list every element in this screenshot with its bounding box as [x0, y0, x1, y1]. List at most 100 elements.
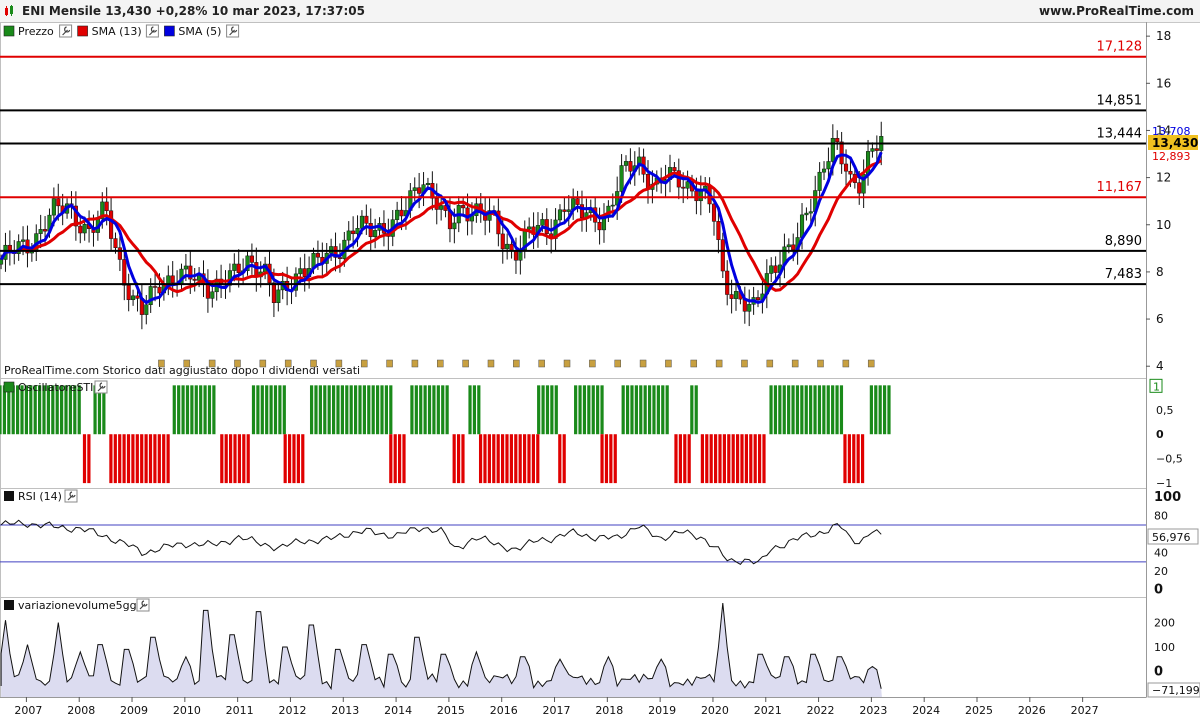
dividend-marker-icon[interactable]	[259, 359, 267, 368]
dividend-marker-icon[interactable]	[538, 359, 545, 368]
candle-body	[843, 163, 849, 172]
oscillator-bar	[835, 385, 839, 435]
oscillator-bar	[753, 434, 757, 484]
dividend-marker-icon[interactable]	[589, 359, 596, 368]
oscillator-bar	[800, 385, 804, 435]
oscillator-bar	[331, 385, 336, 435]
oscillator-bar	[705, 434, 709, 484]
dividend-marker-icon[interactable]	[158, 359, 165, 368]
candle-body	[104, 201, 109, 212]
dividend-marker-icon[interactable]	[208, 359, 216, 368]
dividend-marker-icon[interactable]	[817, 359, 824, 368]
y-tick-label: 100	[1154, 641, 1175, 654]
candle-body	[575, 198, 580, 205]
oscillator-bar	[2, 385, 7, 435]
candle-body	[773, 265, 778, 273]
legend-swatch	[77, 25, 88, 37]
candle-body	[711, 203, 717, 222]
dividend-marker-icon[interactable]	[867, 359, 875, 368]
dividend-marker-icon[interactable]	[614, 359, 621, 368]
dividend-marker-icon[interactable]	[335, 359, 343, 368]
candle-body	[117, 247, 122, 260]
oscillator-bar	[260, 385, 264, 435]
oscillator-bar	[500, 434, 505, 484]
oscillator-bar	[487, 434, 491, 484]
dividend-marker-icon[interactable]	[766, 359, 774, 368]
dividend-marker-icon[interactable]	[741, 359, 748, 368]
level-label: 11,167	[1097, 180, 1143, 195]
oscillator-bar	[613, 434, 617, 484]
oscillator-bar	[242, 434, 246, 484]
dividend-marker-icon[interactable]	[563, 359, 571, 368]
x-tick-label: 2015	[437, 704, 465, 717]
candle-body	[109, 210, 114, 239]
candle-body	[465, 207, 470, 222]
candle-body	[7, 244, 12, 251]
y-tick-label: 8	[1156, 265, 1164, 279]
oscillator-bar	[131, 434, 135, 484]
wrench-icon[interactable]	[136, 598, 150, 612]
oscillator-bar	[773, 385, 778, 435]
y-tick-label: 6	[1156, 312, 1164, 326]
x-tick-label: 2012	[278, 704, 306, 717]
oscillator-bar	[126, 434, 131, 484]
oscillator-bar	[237, 434, 242, 484]
candle-body	[716, 221, 721, 240]
dividend-marker-icon[interactable]	[234, 359, 241, 368]
wrench-icon[interactable]	[64, 489, 78, 503]
candle-body	[113, 238, 118, 248]
oscillator-bar	[795, 385, 800, 435]
oscillator-bar	[574, 385, 578, 435]
dividend-marker-icon[interactable]	[639, 359, 647, 368]
candle-body	[56, 198, 61, 207]
candle-body	[192, 278, 197, 281]
oscillator-bar	[690, 385, 694, 435]
dividend-marker-icon[interactable]	[437, 359, 444, 368]
y-tick-label: 1	[1153, 380, 1160, 393]
dividend-marker-icon[interactable]	[411, 359, 419, 368]
candle-body	[720, 239, 725, 272]
oscillator-bar	[541, 385, 545, 435]
dividend-marker-icon[interactable]	[513, 359, 520, 368]
oscillator-bar	[869, 385, 873, 435]
oscillator-bar	[340, 385, 344, 435]
candle-body	[623, 161, 629, 166]
oscillator-bar	[157, 434, 161, 484]
dividend-marker-icon[interactable]	[360, 359, 368, 368]
dividend-marker-icon[interactable]	[665, 359, 672, 368]
oscillator-bars	[0, 385, 891, 484]
oscillator-bar	[233, 434, 237, 484]
dividend-marker-icon[interactable]	[487, 359, 495, 368]
candle-body	[210, 291, 215, 299]
oscillator-bar	[349, 385, 353, 435]
wrench-icon[interactable]	[226, 24, 240, 38]
dividend-marker-icon[interactable]	[310, 359, 317, 368]
oscillator-bar	[678, 434, 682, 484]
oscillator-bar	[826, 385, 830, 435]
wrench-icon[interactable]	[94, 380, 108, 394]
oscillator-bar	[113, 434, 117, 484]
x-tick-label: 2016	[490, 704, 518, 717]
oscillator-bar	[578, 385, 582, 435]
oscillator-bar	[212, 385, 216, 435]
chart-area[interactable]: 17,12814,85113,44411,1678,8907,483468101…	[0, 0, 1200, 720]
oscillator-bar	[822, 385, 826, 435]
dividend-marker-icon[interactable]	[284, 359, 292, 368]
dividend-marker-icon[interactable]	[386, 359, 393, 368]
oscillator-bar	[398, 434, 402, 484]
oscillator-bar	[694, 385, 698, 435]
wrench-icon[interactable]	[145, 24, 159, 38]
candle-body	[505, 243, 510, 250]
dividend-marker-icon[interactable]	[842, 359, 850, 368]
dividend-marker-icon[interactable]	[715, 359, 723, 368]
dividend-marker-icon[interactable]	[462, 359, 469, 368]
oscillator-bar	[709, 434, 713, 484]
dividend-marker-icon[interactable]	[183, 359, 191, 368]
candle-body	[826, 161, 831, 170]
dividend-marker-icon[interactable]	[791, 359, 799, 368]
oscillator-bar	[882, 385, 887, 435]
dividend-marker-icon[interactable]	[690, 359, 698, 368]
wrench-icon[interactable]	[59, 24, 73, 38]
x-tick-label: 2020	[701, 704, 729, 717]
oscillator-bar	[181, 385, 185, 435]
